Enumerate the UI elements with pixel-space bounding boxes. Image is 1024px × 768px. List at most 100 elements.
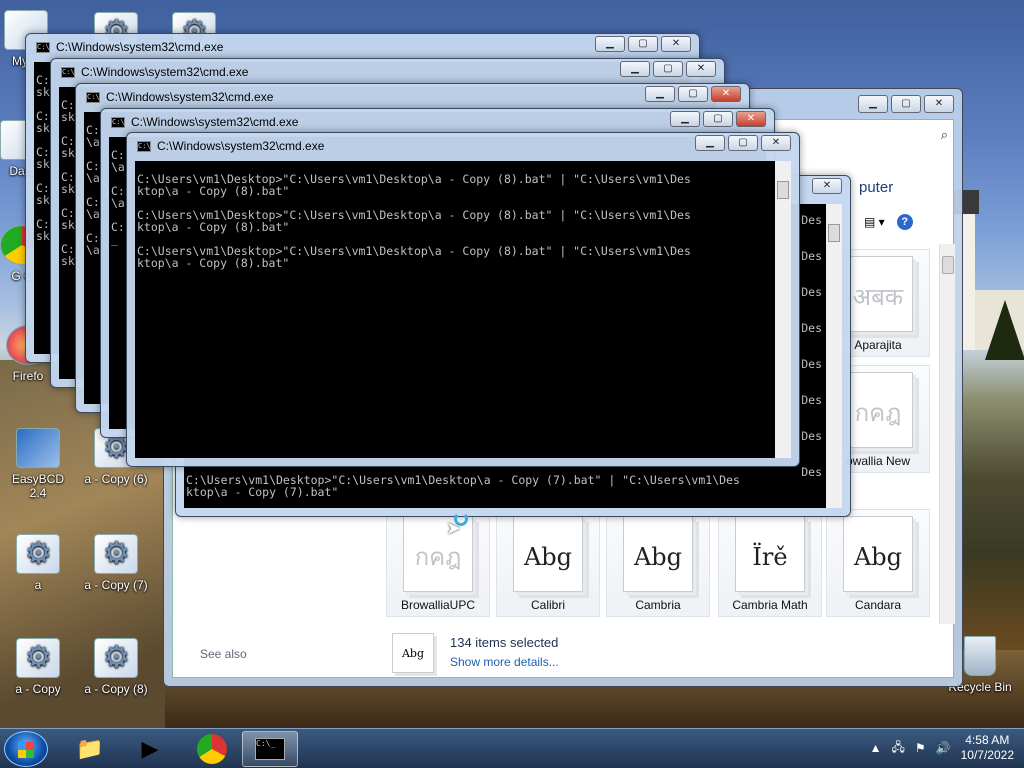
maximize-button[interactable]: ▢ <box>653 61 683 77</box>
details-pane: Abg 134 items selected Show more details… <box>384 629 942 679</box>
gear-icon <box>94 638 138 678</box>
scrollbar-thumb[interactable] <box>777 181 789 199</box>
font-name: Cambria <box>635 598 681 612</box>
font-name: BrowalliaUPC <box>400 598 476 612</box>
scrollbar-thumb[interactable] <box>942 256 954 274</box>
font-preview: กคฎ <box>403 516 473 592</box>
busy-spinner-icon <box>454 512 468 526</box>
close-button[interactable]: ✕ <box>924 95 954 113</box>
cmd-console[interactable]: C:\Users\vm1\Desktop>"C:\Users\vm1\Deskt… <box>135 161 791 458</box>
console-scrollbar[interactable] <box>775 161 791 458</box>
cmd-icon: C:\ <box>61 66 75 78</box>
clock[interactable]: 4:58 AM 10/7/2022 <box>961 733 1014 763</box>
font-name: Calibri <box>530 598 565 612</box>
gear-icon <box>16 638 60 678</box>
explorer-heading: puter <box>859 179 894 196</box>
gear-icon <box>16 534 60 574</box>
details-thumbnail: Abg <box>392 633 434 673</box>
maximize-button[interactable]: ▢ <box>628 36 658 52</box>
desktop-icon-a-copy[interactable]: a - Copy <box>2 638 74 696</box>
explorer-window-controls: ▁ ▢ ✕ <box>858 95 954 113</box>
font-tile[interactable]: Ïrě Cambria Math <box>718 509 822 617</box>
volume-icon[interactable]: 🔊 <box>936 741 951 755</box>
recycle-bin-icon <box>964 636 996 676</box>
font-tile[interactable]: Abg Candara <box>826 509 930 617</box>
minimize-button[interactable]: ▁ <box>695 135 725 151</box>
minimize-button[interactable]: ▁ <box>858 95 888 113</box>
window-controls: ▁ ▢ ✕ <box>670 111 766 127</box>
desktop-icon-a[interactable]: a <box>2 534 74 592</box>
taskbar-cmd[interactable]: C:\_ <box>242 731 298 767</box>
taskbar: 📁 ▶ C:\_ ▲ 🖧 ⚑ 🔊 4:58 AM 10/7/2022 <box>0 728 1024 768</box>
window-controls: ▁ ▢ ✕ <box>620 61 716 77</box>
close-button[interactable]: ✕ <box>761 135 791 151</box>
font-tile[interactable]: Abg Cambria <box>606 509 710 617</box>
cmd-titlebar: C:\ C:\Windows\system32\cmd.exe <box>137 137 324 155</box>
font-preview: Abg <box>843 516 913 592</box>
taskbar-explorer[interactable]: 📁 <box>62 731 118 767</box>
taskbar-chrome[interactable] <box>184 731 240 767</box>
window-controls: ✕ <box>812 178 842 194</box>
window-title: C:\Windows\system32\cmd.exe <box>157 139 325 153</box>
maximize-button[interactable]: ▢ <box>728 135 758 151</box>
console-scrollbar[interactable] <box>826 204 842 508</box>
window-controls: ▁ ▢ ✕ <box>595 36 691 52</box>
cmd-titlebar: C:\ C:\Windows\system32\cmd.exe <box>111 115 299 129</box>
search-icon[interactable]: ⌕ <box>941 127 948 143</box>
console-output: C:\Users\vm1\Desktop>"C:\Users\vm1\Deskt… <box>137 172 691 270</box>
font-preview: अबक <box>843 256 913 332</box>
minimize-button[interactable]: ▁ <box>645 86 675 102</box>
scrollbar-thumb[interactable] <box>828 224 840 242</box>
show-more-details-link[interactable]: Show more details... <box>450 655 559 669</box>
taskbar-media-player[interactable]: ▶ <box>122 731 178 767</box>
explorer-scrollbar[interactable] <box>939 244 955 624</box>
font-preview: Abg <box>623 516 693 592</box>
close-button[interactable]: ✕ <box>812 178 842 194</box>
close-button[interactable]: ✕ <box>736 111 766 127</box>
wallpaper-tree <box>985 300 1024 360</box>
font-tile[interactable]: กคฎ BrowalliaUPC <box>386 509 490 617</box>
cmd-window-active[interactable]: C:\ C:\Windows\system32\cmd.exe ▁ ▢ ✕ C:\Us… <box>126 132 800 467</box>
window-controls: ▁ ▢ ✕ <box>645 86 741 102</box>
view-icon[interactable]: ▤ ▾ <box>864 215 885 229</box>
font-name: Cambria Math <box>732 598 808 612</box>
window-controls: ▁ ▢ ✕ <box>695 135 791 151</box>
close-button[interactable]: ✕ <box>686 61 716 77</box>
cmd-icon: C:\ <box>137 140 151 152</box>
cmd-titlebar: C:\ C:\Windows\system32\cmd.exe <box>36 40 224 54</box>
minimize-button[interactable]: ▁ <box>595 36 625 52</box>
cmd-icon: C:\ <box>36 41 50 53</box>
font-name: Candara <box>854 598 902 612</box>
selection-count: 134 items selected <box>450 635 559 650</box>
minimize-button[interactable]: ▁ <box>620 61 650 77</box>
maximize-button[interactable]: ▢ <box>703 111 733 127</box>
desktop-icon-a-copy-8[interactable]: a - Copy (8) <box>80 638 152 696</box>
font-preview: Ïrě <box>735 516 805 592</box>
font-preview: Abg <box>513 516 583 592</box>
cmd-icon: C:\ <box>111 116 125 128</box>
minimize-button[interactable]: ▁ <box>670 111 700 127</box>
cmd-titlebar: C:\ C:\Windows\system32\cmd.exe <box>61 65 249 79</box>
network-icon[interactable]: 🖧 <box>892 738 905 759</box>
cmd-titlebar: C:\ C:\Windows\system32\cmd.exe <box>86 90 274 104</box>
gear-icon <box>94 534 138 574</box>
folder-icon: 📁 <box>76 736 104 761</box>
help-icon[interactable]: ? <box>896 214 913 230</box>
action-center-icon[interactable]: ⚑ <box>915 741 926 755</box>
system-tray: ▲ 🖧 ⚑ 🔊 4:58 AM 10/7/2022 <box>870 733 1014 763</box>
easybcd-icon <box>16 428 60 468</box>
see-also-label: See also <box>200 647 247 661</box>
chrome-icon <box>197 734 227 764</box>
cmd-icon: C:\ <box>86 91 100 103</box>
close-button[interactable]: ✕ <box>711 86 741 102</box>
show-hidden-icons-icon[interactable]: ▲ <box>870 741 882 755</box>
start-button[interactable] <box>4 731 48 767</box>
maximize-button[interactable]: ▢ <box>678 86 708 102</box>
view-toolbar: ▤ ▾ ? <box>864 214 913 230</box>
close-button[interactable]: ✕ <box>661 36 691 52</box>
desktop-icon-easybcd[interactable]: EasyBCD 2.4 <box>2 428 74 500</box>
maximize-button[interactable]: ▢ <box>891 95 921 113</box>
desktop-icon-a-copy-7[interactable]: a - Copy (7) <box>80 534 152 592</box>
font-tile[interactable]: Abg Calibri <box>496 509 600 617</box>
media-player-icon: ▶ <box>141 736 159 761</box>
